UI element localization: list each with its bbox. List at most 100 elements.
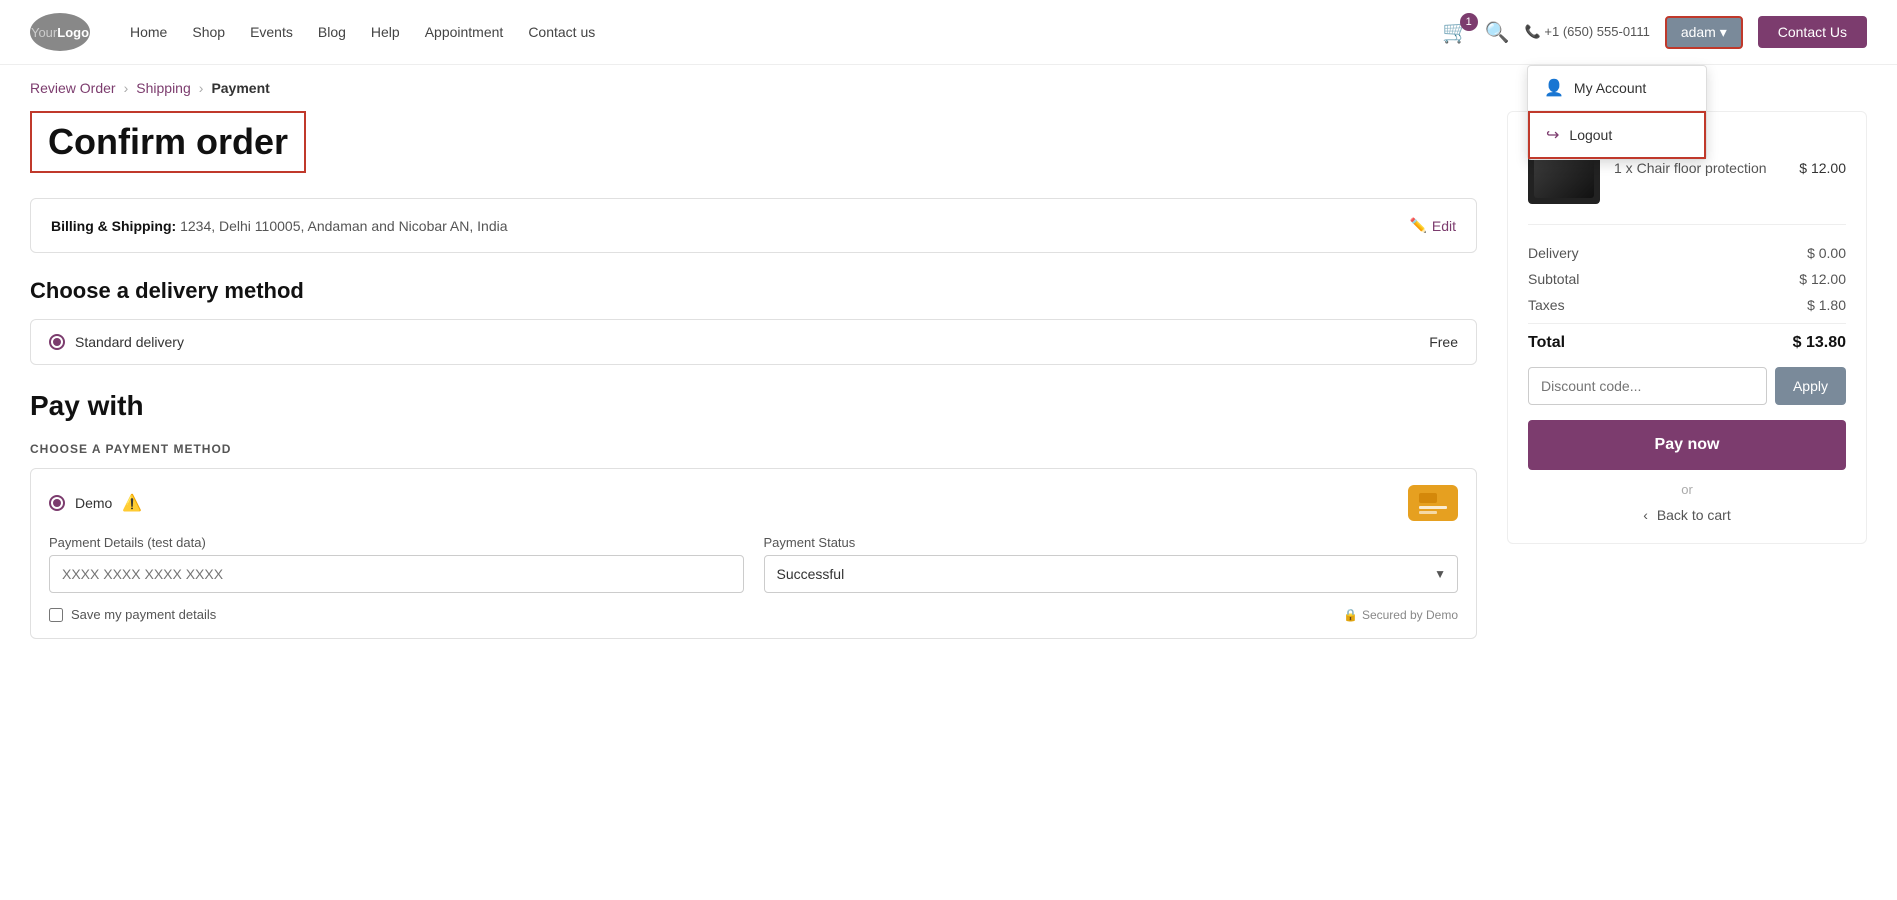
delivery-label: Delivery xyxy=(1528,245,1579,261)
payment-box: Demo ⚠️ Payment Details (test data) xyxy=(30,468,1477,639)
standard-delivery-option[interactable]: Standard delivery xyxy=(49,334,184,350)
nav-blog[interactable]: Blog xyxy=(318,24,346,40)
logo-your: Your xyxy=(31,25,57,40)
pay-now-button[interactable]: Pay now xyxy=(1528,420,1846,470)
taxes-row: Taxes $ 1.80 xyxy=(1528,297,1846,313)
discount-input[interactable] xyxy=(1528,367,1767,405)
nav-home[interactable]: Home xyxy=(130,24,167,40)
secured-text: Secured by Demo xyxy=(1362,608,1458,622)
taxes-label: Taxes xyxy=(1528,297,1565,313)
billing-label: Billing & Shipping: xyxy=(51,218,176,234)
my-account-item[interactable]: 👤 My Account xyxy=(1528,66,1706,111)
card-icon xyxy=(1408,485,1458,521)
order-summary: 1 x Chair floor protection $ 12.00 Deliv… xyxy=(1507,111,1867,544)
cart-button[interactable]: 🛒 1 xyxy=(1442,19,1469,45)
subtotal-row: Subtotal $ 12.00 xyxy=(1528,271,1846,287)
save-payment-checkbox[interactable] xyxy=(49,608,63,622)
user-dropdown: 👤 My Account ↪ Logout xyxy=(1527,65,1707,160)
billing-box: Billing & Shipping: 1234, Delhi 110005, … xyxy=(30,198,1477,253)
demo-radio[interactable] xyxy=(49,495,65,511)
billing-address: 1234, Delhi 110005, Andaman and Nicobar … xyxy=(180,218,507,234)
warning-icon: ⚠️ xyxy=(122,493,142,513)
logo: YourLogo xyxy=(30,13,90,51)
subtotal-value: $ 12.00 xyxy=(1799,271,1846,287)
payment-details-input[interactable] xyxy=(49,555,744,593)
demo-left: Demo ⚠️ xyxy=(49,493,142,513)
radio-circle xyxy=(49,334,65,350)
confirm-order-title-box: Confirm order xyxy=(30,111,306,173)
billing-text: Billing & Shipping: 1234, Delhi 110005, … xyxy=(51,218,508,234)
search-icon[interactable]: 🔍 xyxy=(1485,20,1510,45)
left-panel: Confirm order Billing & Shipping: 1234, … xyxy=(30,111,1477,639)
total-value: $ 13.80 xyxy=(1793,334,1846,352)
delivery-row: Delivery $ 0.00 xyxy=(1528,245,1846,261)
logo-image: YourLogo xyxy=(30,13,90,51)
nav-help[interactable]: Help xyxy=(371,24,400,40)
radio-dot xyxy=(53,338,61,346)
edit-button[interactable]: ✏️ Edit xyxy=(1409,217,1456,234)
cart-badge: 1 xyxy=(1460,13,1478,31)
subtotal-label: Subtotal xyxy=(1528,271,1579,287)
delivery-price: Free xyxy=(1429,334,1458,350)
total-row: Total $ 13.80 xyxy=(1528,334,1846,352)
payment-fields: Payment Details (test data) Payment Stat… xyxy=(49,535,1458,593)
edit-label: Edit xyxy=(1432,218,1456,234)
breadcrumb-review-order[interactable]: Review Order xyxy=(30,80,116,96)
payment-details-label: Payment Details (test data) xyxy=(49,535,744,550)
nav-contact-us[interactable]: Contact us xyxy=(528,24,595,40)
contact-us-button[interactable]: Contact Us xyxy=(1758,16,1867,48)
main-nav: Home Shop Events Blog Help Appointment C… xyxy=(130,24,1442,40)
account-icon: 👤 xyxy=(1544,78,1564,98)
delivery-option-label: Standard delivery xyxy=(75,334,184,350)
apply-button[interactable]: Apply xyxy=(1775,367,1846,405)
back-arrow-icon: ‹ xyxy=(1643,507,1648,523)
or-divider: or xyxy=(1528,482,1846,497)
user-menu-button[interactable]: adam ▾ xyxy=(1665,16,1743,49)
lock-icon: 🔒 xyxy=(1343,608,1358,622)
my-account-label: My Account xyxy=(1574,80,1646,96)
payment-details-group: Payment Details (test data) xyxy=(49,535,744,593)
delivery-value: $ 0.00 xyxy=(1807,245,1846,261)
header-right: 🛒 1 🔍 📞 +1 (650) 555-0111 adam ▾ Contact… xyxy=(1442,16,1867,49)
taxes-value: $ 1.80 xyxy=(1807,297,1846,313)
logout-label: Logout xyxy=(1569,127,1612,143)
nav-events[interactable]: Events xyxy=(250,24,293,40)
breadcrumb-shipping[interactable]: Shipping xyxy=(136,80,191,96)
back-to-cart-link[interactable]: ‹ Back to cart xyxy=(1643,507,1730,523)
total-label: Total xyxy=(1528,334,1565,352)
back-to-cart[interactable]: ‹ Back to cart xyxy=(1528,507,1846,523)
payment-status-select-wrap: Successful Failed Pending ▼ xyxy=(764,555,1459,593)
payment-status-label: Payment Status xyxy=(764,535,1459,550)
summary-divider xyxy=(1528,323,1846,324)
breadcrumb-sep-2: › xyxy=(199,80,204,96)
product-price: $ 12.00 xyxy=(1799,160,1846,176)
breadcrumb-sep-1: › xyxy=(124,80,129,96)
breadcrumb-current: Payment xyxy=(211,80,269,96)
save-row: Save my payment details 🔒 Secured by Dem… xyxy=(49,607,1458,622)
product-qty: 1 x xyxy=(1614,160,1633,176)
demo-row: Demo ⚠️ xyxy=(49,485,1458,521)
right-panel: 1 x Chair floor protection $ 12.00 Deliv… xyxy=(1507,111,1867,639)
product-info: 1 x Chair floor protection xyxy=(1614,160,1785,176)
demo-radio-dot xyxy=(53,499,61,507)
payment-status-select[interactable]: Successful Failed Pending xyxy=(764,555,1459,593)
product-name: 1 x Chair floor protection xyxy=(1614,160,1785,176)
confirm-order-title: Confirm order xyxy=(48,121,288,163)
nav-shop[interactable]: Shop xyxy=(192,24,225,40)
edit-pencil-icon: ✏️ xyxy=(1409,217,1426,234)
logout-item[interactable]: ↪ Logout xyxy=(1528,111,1706,159)
discount-row: Apply xyxy=(1528,367,1846,405)
delivery-box: Standard delivery Free xyxy=(30,319,1477,365)
secured-label: 🔒 Secured by Demo xyxy=(1343,608,1458,622)
payment-status-group: Payment Status Successful Failed Pending… xyxy=(764,535,1459,593)
main-content: Confirm order Billing & Shipping: 1234, … xyxy=(0,111,1897,679)
nav-appointment[interactable]: Appointment xyxy=(425,24,504,40)
header: YourLogo Home Shop Events Blog Help Appo… xyxy=(0,0,1897,65)
logout-icon: ↪ xyxy=(1546,125,1559,145)
logo-text: Logo xyxy=(57,25,89,40)
delivery-section-title: Choose a delivery method xyxy=(30,278,1477,304)
product-title: Chair floor protection xyxy=(1637,160,1767,176)
payment-method-label: CHOOSE A PAYMENT METHOD xyxy=(30,442,1477,456)
demo-label: Demo xyxy=(75,495,112,511)
pay-with-title: Pay with xyxy=(30,390,1477,422)
